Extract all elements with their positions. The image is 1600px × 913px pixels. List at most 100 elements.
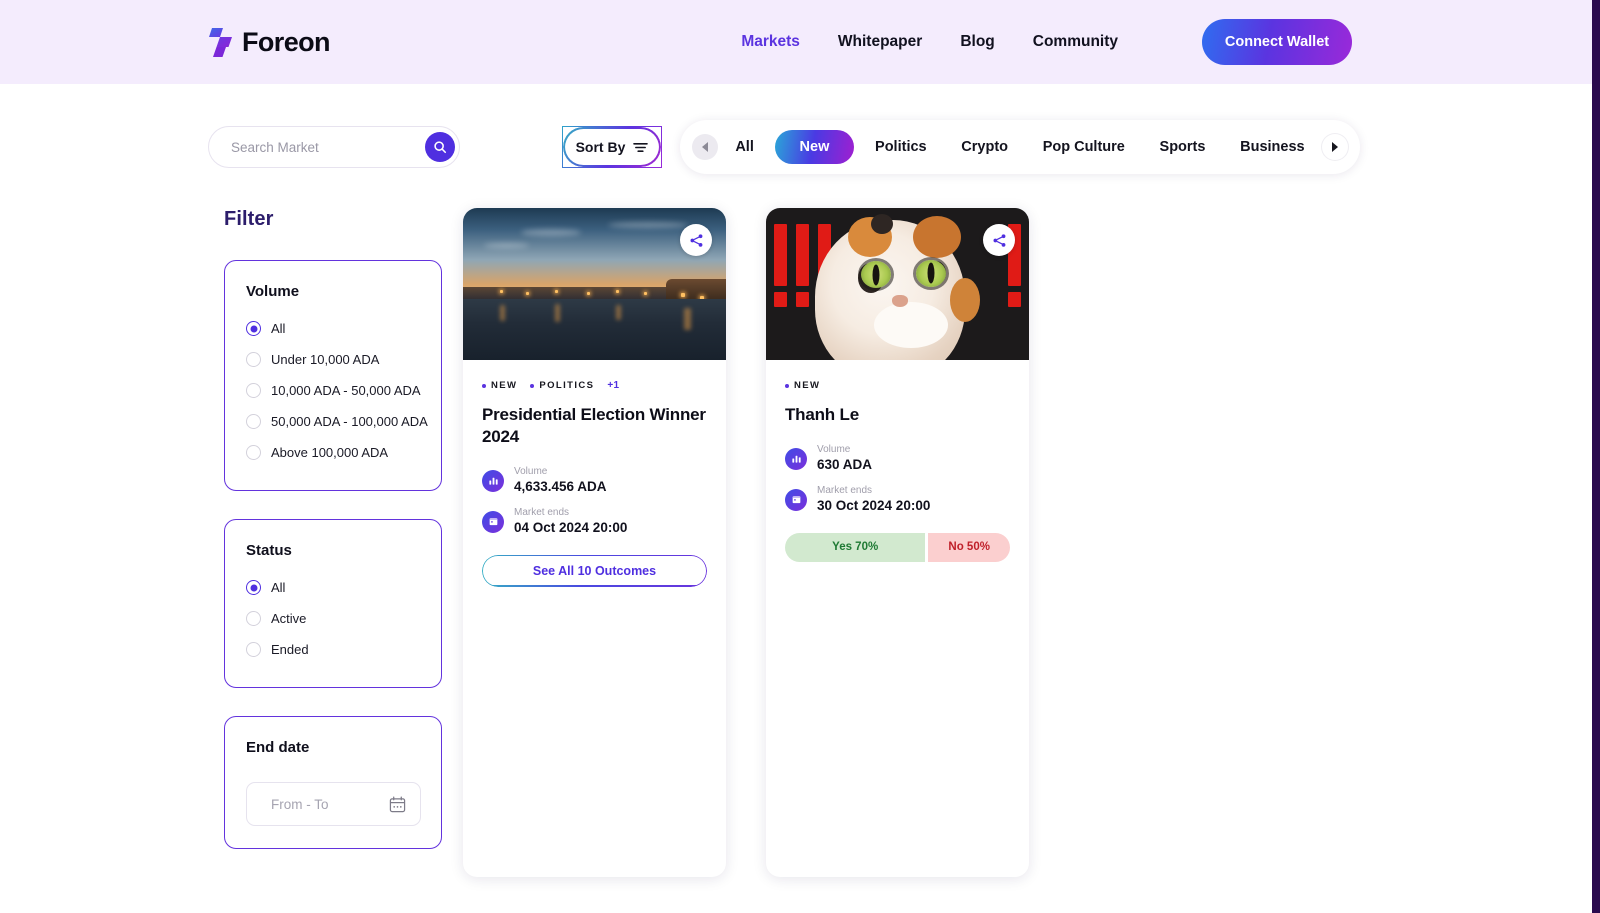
market-card-end-date: Market ends 30 Oct 2024 20:00 — [785, 485, 1010, 515]
market-card-tags: NEW — [785, 380, 1010, 391]
filter-group-title-volume: Volume — [246, 283, 300, 300]
yes-button[interactable]: Yes 70% — [785, 532, 926, 562]
tag-label: NEW — [491, 380, 518, 391]
tag-label: POLITICS — [539, 380, 595, 391]
radio-icon — [246, 414, 261, 429]
app-page: Foreon Markets Whitepaper Blog Community… — [0, 0, 1600, 913]
bar-chart-icon — [785, 447, 807, 470]
connect-wallet-button[interactable]: Connect Wallet — [1202, 19, 1352, 65]
volume-value: 4,633.456 ADA — [514, 479, 607, 494]
radio-icon — [246, 383, 261, 398]
market-card[interactable]: NEW Thanh Le Volume 630 ADA Market ends … — [766, 208, 1029, 877]
tab-pop-culture[interactable]: Pop Culture — [1029, 131, 1139, 163]
radio-icon — [246, 445, 261, 460]
filter-group-title-status: Status — [246, 542, 292, 559]
site-header: Foreon Markets Whitepaper Blog Community… — [0, 0, 1600, 84]
foreon-logo-icon — [208, 27, 233, 58]
tag-dot-icon — [482, 383, 486, 388]
end-date-placeholder: From - To — [271, 796, 329, 812]
nav-item-community[interactable]: Community — [1033, 33, 1118, 51]
tag-label: NEW — [794, 380, 821, 391]
tab-crypto[interactable]: Crypto — [947, 131, 1022, 163]
market-card-yesno: Yes 70% No 50% — [785, 532, 1010, 562]
tabs-next-button[interactable] — [1322, 134, 1348, 160]
market-card-volume: Volume 4,633.456 ADA — [482, 466, 707, 496]
tag-more-count[interactable]: +1 — [607, 380, 619, 391]
market-card[interactable]: NEW POLITICS +1 Presidential Election Wi… — [463, 208, 726, 877]
page-scrollbar[interactable] — [1592, 0, 1600, 913]
sort-by-button[interactable]: Sort By — [562, 126, 662, 168]
tab-politics[interactable]: Politics — [861, 131, 941, 163]
calendar-icon — [389, 796, 406, 812]
volume-option-above-100k[interactable]: Above 100,000 ADA — [246, 437, 421, 468]
market-cards-grid: NEW POLITICS +1 Presidential Election Wi… — [442, 208, 1029, 877]
market-ends-label: Market ends — [817, 484, 873, 496]
share-button[interactable] — [680, 224, 712, 256]
volume-label: Volume — [514, 465, 548, 477]
search-button[interactable] — [425, 132, 455, 162]
volume-option-label: 10,000 ADA - 50,000 ADA — [271, 383, 421, 398]
market-card-body: NEW POLITICS +1 Presidential Election Wi… — [463, 360, 726, 537]
market-ends-value: 04 Oct 2024 20:00 — [514, 520, 628, 536]
chevron-left-icon — [702, 142, 708, 152]
tab-business[interactable]: Business — [1226, 131, 1318, 163]
volume-option-label: All — [271, 321, 286, 336]
calendar-icon — [482, 510, 504, 533]
radio-icon — [246, 321, 261, 336]
status-option-active[interactable]: Active — [246, 603, 421, 634]
status-option-label: Active — [271, 611, 307, 626]
no-button[interactable]: No 50% — [928, 532, 1010, 562]
sort-by-label: Sort By — [575, 139, 626, 155]
market-card-body: NEW Thanh Le Volume 630 ADA Market ends … — [766, 360, 1029, 515]
status-option-ended[interactable]: Ended — [246, 634, 421, 665]
market-card-title: Thanh Le — [785, 405, 859, 424]
brand-logo[interactable]: Foreon — [208, 27, 331, 58]
tabs-prev-button[interactable] — [692, 134, 718, 160]
tag-new: NEW — [785, 380, 820, 391]
controls-row: Sort By All New Politics Crypto Pop Cult… — [0, 84, 1600, 174]
cat-eye-right — [915, 259, 946, 287]
see-all-outcomes-button[interactable]: See All 10 Outcomes — [482, 554, 707, 587]
filter-heading: Filter — [224, 208, 274, 230]
category-tabs: All New Politics Crypto Pop Culture Spor… — [718, 120, 1322, 174]
volume-option-under-10k[interactable]: Under 10,000 ADA — [246, 344, 421, 375]
volume-option-10k-50k[interactable]: 10,000 ADA - 50,000 ADA — [246, 375, 421, 406]
status-option-label: All — [271, 580, 286, 595]
market-ends-value: 30 Oct 2024 20:00 — [817, 498, 931, 514]
filter-group-volume: Volume All Under 10,000 ADA 10,000 ADA -… — [224, 260, 442, 491]
market-card-image-city-sunset — [463, 208, 726, 360]
search-icon — [434, 141, 447, 154]
main-nav: Markets Whitepaper Blog Community Connec… — [741, 19, 1352, 65]
cat-eye-left — [860, 261, 891, 289]
share-button[interactable] — [983, 224, 1015, 256]
volume-value: 630 ADA — [817, 457, 873, 473]
end-date-range-field[interactable]: From - To — [246, 782, 421, 826]
filter-group-end-date: End date From - To — [224, 716, 442, 849]
nav-item-markets[interactable]: Markets — [741, 33, 800, 51]
search-input[interactable] — [231, 139, 425, 155]
radio-icon — [246, 580, 261, 595]
tab-all[interactable]: All — [721, 131, 768, 163]
volume-option-50k-100k[interactable]: 50,000 ADA - 100,000 ADA — [246, 406, 428, 437]
share-icon — [690, 233, 702, 247]
bar-chart-icon — [482, 469, 504, 492]
tag-politics: POLITICS — [530, 380, 594, 391]
radio-icon — [246, 352, 261, 367]
volume-label: Volume — [817, 443, 851, 455]
chevron-right-icon — [1332, 142, 1338, 152]
volume-option-all[interactable]: All — [246, 313, 421, 344]
nav-item-whitepaper[interactable]: Whitepaper — [838, 33, 922, 51]
tab-new[interactable]: New — [774, 130, 855, 164]
tab-sports[interactable]: Sports — [1146, 131, 1220, 163]
status-option-all[interactable]: All — [246, 572, 421, 603]
market-card-image-surprised-cat — [766, 208, 1029, 360]
market-card-volume: Volume 630 ADA — [785, 444, 1010, 474]
market-card-tags: NEW POLITICS +1 — [482, 380, 707, 391]
filter-lines-icon — [633, 142, 649, 152]
body-area: Filter Volume All Under 10,000 ADA 10,00… — [0, 174, 1600, 877]
volume-option-label: Under 10,000 ADA — [271, 352, 380, 367]
filter-group-title-end-date: End date — [246, 739, 310, 756]
search-market-field[interactable] — [208, 126, 460, 168]
nav-item-blog[interactable]: Blog — [960, 33, 994, 51]
market-card-title: Presidential Election Winner 2024 — [482, 405, 706, 446]
